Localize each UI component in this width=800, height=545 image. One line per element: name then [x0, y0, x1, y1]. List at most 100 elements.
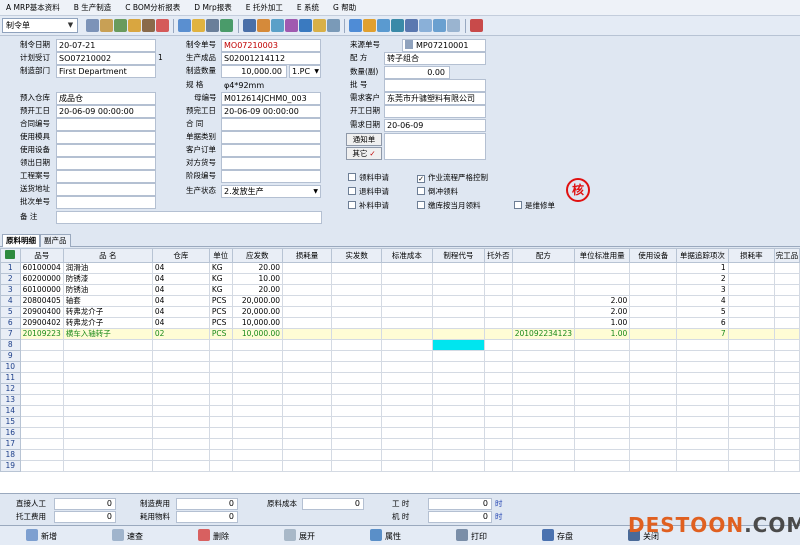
table-icon[interactable]: [433, 19, 446, 32]
table-cell[interactable]: [727, 350, 775, 362]
table-cell[interactable]: [151, 394, 210, 406]
table-cell[interactable]: 防锈油: [62, 284, 153, 296]
qty2-field[interactable]: 0.00: [384, 66, 450, 79]
product-field[interactable]: S02001214112: [221, 52, 321, 65]
arrow-right-icon[interactable]: [243, 19, 256, 32]
table-cell[interactable]: [19, 405, 64, 417]
table-cell[interactable]: [151, 427, 210, 439]
table-cell[interactable]: [381, 339, 433, 351]
table-cell[interactable]: 02: [151, 328, 210, 340]
table-cell[interactable]: 1.00: [573, 328, 631, 340]
table-cell[interactable]: 3: [676, 284, 729, 296]
table-cell[interactable]: [431, 394, 486, 406]
table-cell[interactable]: [151, 383, 210, 395]
table-cell[interactable]: [676, 416, 729, 428]
remark-field[interactable]: [56, 211, 322, 224]
table-cell[interactable]: [62, 350, 153, 362]
table-cell[interactable]: [573, 262, 631, 274]
table-cell[interactable]: [773, 284, 800, 296]
table-cell[interactable]: [727, 394, 775, 406]
header-equipment[interactable]: 使用设备: [629, 248, 678, 263]
briefcase-icon[interactable]: [142, 19, 155, 32]
partner-item-field[interactable]: [221, 157, 321, 170]
table-cell[interactable]: [62, 460, 153, 472]
table-cell[interactable]: [331, 405, 383, 417]
table-cell[interactable]: [773, 372, 800, 384]
table-cell[interactable]: [381, 372, 433, 384]
table-cell[interactable]: [208, 416, 233, 428]
table-cell[interactable]: [773, 460, 800, 472]
return-request-checkbox[interactable]: 退料申请: [348, 186, 389, 198]
table-cell[interactable]: [431, 273, 486, 285]
table-cell[interactable]: [282, 273, 333, 285]
table-row[interactable]: 17: [0, 438, 800, 450]
table-cell[interactable]: [431, 372, 486, 384]
table-cell[interactable]: [773, 449, 800, 461]
header-qty-required[interactable]: 应发数: [231, 248, 284, 263]
table-cell[interactable]: [282, 405, 333, 417]
table-cell[interactable]: 1: [676, 262, 729, 274]
save-button[interactable]: 存盘: [542, 529, 573, 543]
table-cell[interactable]: [727, 284, 775, 296]
table-cell[interactable]: [431, 427, 486, 439]
table-cell[interactable]: [727, 328, 775, 340]
table-cell[interactable]: 04: [151, 284, 210, 296]
plan-start-field[interactable]: 20-06-09 00:00:00: [56, 105, 156, 118]
exit-icon[interactable]: [470, 19, 483, 32]
table-cell[interactable]: [19, 361, 64, 373]
table-cell[interactable]: [282, 328, 333, 340]
table-cell[interactable]: [282, 339, 333, 351]
table-cell[interactable]: [573, 460, 631, 472]
header-finished-goods[interactable]: 完工品: [773, 248, 800, 263]
table-cell[interactable]: [629, 383, 678, 395]
tab-material-detail[interactable]: 原料明细: [2, 234, 40, 247]
table-cell[interactable]: 04: [151, 295, 210, 307]
table-row[interactable]: 14: [0, 405, 800, 417]
table-cell[interactable]: KG: [208, 262, 233, 274]
table-cell[interactable]: [484, 394, 513, 406]
table-cell[interactable]: [629, 460, 678, 472]
table-cell[interactable]: [381, 350, 433, 362]
table-cell[interactable]: [151, 449, 210, 461]
table-cell[interactable]: [484, 350, 513, 362]
copy-icon[interactable]: [327, 19, 340, 32]
table-cell[interactable]: 转弗龙介子: [62, 306, 153, 318]
direct-labor-field[interactable]: 0: [54, 498, 116, 510]
table-cell[interactable]: [431, 350, 486, 362]
table-cell[interactable]: [676, 339, 729, 351]
header-item-name[interactable]: 品 名: [62, 248, 153, 263]
quick-search-button[interactable]: 速查: [112, 529, 143, 543]
table-cell[interactable]: [381, 262, 433, 274]
properties-button[interactable]: 属性: [370, 529, 401, 543]
table-cell[interactable]: [573, 416, 631, 428]
notice-button[interactable]: 通知单: [346, 133, 382, 146]
edit-icon[interactable]: [100, 19, 113, 32]
row-number[interactable]: 18: [0, 449, 21, 461]
row-number[interactable]: 15: [0, 416, 21, 428]
excel-icon[interactable]: [5, 250, 16, 259]
table-cell[interactable]: [511, 427, 576, 439]
table-cell[interactable]: [511, 306, 576, 318]
table-cell[interactable]: [208, 438, 233, 450]
table-cell[interactable]: 转弗龙介子: [62, 317, 153, 329]
table-cell[interactable]: [629, 350, 678, 362]
table-cell[interactable]: [331, 394, 383, 406]
document-type-select[interactable]: 制令单 ▼: [2, 18, 78, 33]
table-cell[interactable]: 2.00: [573, 306, 631, 318]
table-cell[interactable]: [151, 460, 210, 472]
table-cell[interactable]: [511, 273, 576, 285]
table-cell[interactable]: [381, 416, 433, 428]
table-cell[interactable]: 20800405: [19, 295, 64, 307]
new-button[interactable]: 新增: [26, 529, 57, 543]
table-cell[interactable]: [208, 350, 233, 362]
table-cell[interactable]: [208, 405, 233, 417]
table-cell[interactable]: [19, 416, 64, 428]
table-row[interactable]: 3 60100000 防锈油 04 KG 20.00 3: [0, 284, 800, 296]
table-cell[interactable]: [484, 328, 513, 340]
supplement-request-checkbox[interactable]: 补料申请: [348, 200, 389, 212]
table-cell[interactable]: [282, 295, 333, 307]
table-cell[interactable]: [484, 262, 513, 274]
table-cell[interactable]: [727, 438, 775, 450]
table-cell[interactable]: [727, 306, 775, 318]
header-recipe[interactable]: 配方: [511, 248, 576, 263]
